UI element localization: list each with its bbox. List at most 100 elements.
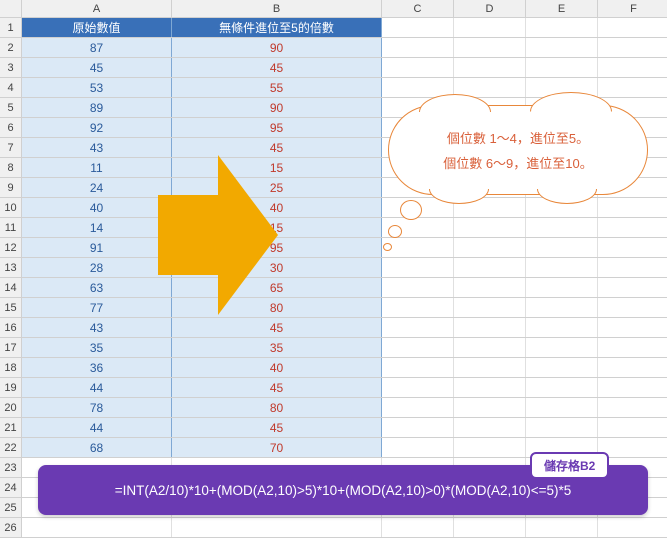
cell-original[interactable]: 44 — [22, 378, 172, 397]
row-header[interactable]: 2 — [0, 38, 22, 57]
cell[interactable] — [454, 238, 526, 257]
cell[interactable] — [382, 318, 454, 337]
row-header[interactable]: 4 — [0, 78, 22, 97]
cell[interactable] — [454, 418, 526, 437]
table-header-a[interactable]: 原始數值 — [22, 18, 172, 37]
cell[interactable] — [454, 318, 526, 337]
col-header-e[interactable]: E — [526, 0, 598, 17]
cell[interactable] — [454, 298, 526, 317]
cell[interactable] — [598, 238, 667, 257]
cell[interactable] — [526, 18, 598, 37]
cell[interactable] — [454, 338, 526, 357]
cell-original[interactable]: 36 — [22, 358, 172, 377]
cell[interactable] — [454, 38, 526, 57]
cell[interactable] — [598, 418, 667, 437]
cell[interactable] — [382, 298, 454, 317]
col-header-a[interactable]: A — [22, 0, 172, 17]
cell[interactable] — [598, 258, 667, 277]
cell-original[interactable]: 40 — [22, 198, 172, 217]
cell-rounded[interactable]: 90 — [172, 98, 382, 117]
cell[interactable] — [382, 398, 454, 417]
cell-original[interactable]: 43 — [22, 138, 172, 157]
cell-original[interactable]: 78 — [22, 398, 172, 417]
cell[interactable] — [382, 258, 454, 277]
cell[interactable] — [526, 258, 598, 277]
cell-rounded[interactable]: 70 — [172, 438, 382, 457]
cell[interactable] — [454, 358, 526, 377]
cell-rounded[interactable]: 40 — [172, 358, 382, 377]
cell-rounded[interactable]: 95 — [172, 118, 382, 137]
cell[interactable] — [454, 58, 526, 77]
cell[interactable] — [526, 218, 598, 237]
select-all-corner[interactable] — [0, 0, 22, 17]
cell[interactable] — [382, 438, 454, 457]
cell-original[interactable]: 92 — [22, 118, 172, 137]
cell[interactable] — [526, 358, 598, 377]
cell-original[interactable]: 43 — [22, 318, 172, 337]
row-header[interactable]: 26 — [0, 518, 22, 537]
cell[interactable] — [526, 418, 598, 437]
col-header-d[interactable]: D — [454, 0, 526, 17]
row-header[interactable]: 1 — [0, 18, 22, 37]
cell[interactable] — [598, 218, 667, 237]
cell-rounded[interactable]: 45 — [172, 318, 382, 337]
row-header[interactable]: 11 — [0, 218, 22, 237]
cell[interactable] — [382, 278, 454, 297]
row-header[interactable]: 25 — [0, 498, 22, 517]
cell[interactable] — [598, 18, 667, 37]
cell-rounded[interactable]: 45 — [172, 418, 382, 437]
row-header[interactable]: 24 — [0, 478, 22, 497]
cell-original[interactable]: 28 — [22, 258, 172, 277]
cell[interactable] — [382, 18, 454, 37]
cell-original[interactable]: 24 — [22, 178, 172, 197]
col-header-b[interactable]: B — [172, 0, 382, 17]
row-header[interactable]: 14 — [0, 278, 22, 297]
cell-rounded[interactable]: 35 — [172, 338, 382, 357]
cell[interactable] — [526, 38, 598, 57]
cell[interactable] — [598, 58, 667, 77]
cell[interactable] — [598, 438, 667, 457]
row-header[interactable]: 13 — [0, 258, 22, 277]
row-header[interactable]: 6 — [0, 118, 22, 137]
row-header[interactable]: 20 — [0, 398, 22, 417]
row-header[interactable]: 21 — [0, 418, 22, 437]
cell-rounded[interactable]: 45 — [172, 378, 382, 397]
cell[interactable] — [526, 338, 598, 357]
cell[interactable] — [526, 378, 598, 397]
cell[interactable] — [382, 338, 454, 357]
cell-original[interactable]: 91 — [22, 238, 172, 257]
cell[interactable] — [598, 38, 667, 57]
row-header[interactable]: 16 — [0, 318, 22, 337]
cell-original[interactable]: 14 — [22, 218, 172, 237]
cell[interactable] — [382, 358, 454, 377]
cell-original[interactable]: 11 — [22, 158, 172, 177]
row-header[interactable]: 15 — [0, 298, 22, 317]
cell-original[interactable]: 77 — [22, 298, 172, 317]
cell[interactable] — [598, 278, 667, 297]
cell[interactable] — [598, 198, 667, 217]
cell[interactable] — [22, 518, 172, 537]
cell-original[interactable]: 53 — [22, 78, 172, 97]
cell-original[interactable]: 44 — [22, 418, 172, 437]
row-header[interactable]: 17 — [0, 338, 22, 357]
cell[interactable] — [382, 418, 454, 437]
row-header[interactable]: 8 — [0, 158, 22, 177]
row-header[interactable]: 9 — [0, 178, 22, 197]
cell-rounded[interactable]: 90 — [172, 38, 382, 57]
cell[interactable] — [454, 438, 526, 457]
cell[interactable] — [526, 318, 598, 337]
cell-original[interactable]: 35 — [22, 338, 172, 357]
cell-original[interactable]: 87 — [22, 38, 172, 57]
cell[interactable] — [598, 298, 667, 317]
cell-original[interactable]: 63 — [22, 278, 172, 297]
cell-original[interactable]: 45 — [22, 58, 172, 77]
cell[interactable] — [526, 398, 598, 417]
cell[interactable] — [526, 518, 598, 537]
row-header[interactable]: 12 — [0, 238, 22, 257]
cell[interactable] — [382, 58, 454, 77]
cell[interactable] — [454, 278, 526, 297]
col-header-c[interactable]: C — [382, 0, 454, 17]
cell-original[interactable]: 68 — [22, 438, 172, 457]
row-header[interactable]: 5 — [0, 98, 22, 117]
cell[interactable] — [382, 38, 454, 57]
